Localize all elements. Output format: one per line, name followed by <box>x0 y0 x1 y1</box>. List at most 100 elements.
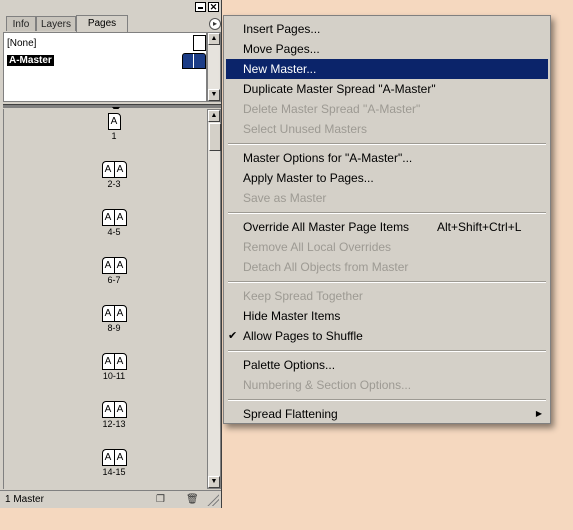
menu-item-hide-master-items[interactable]: Hide Master Items <box>224 306 550 326</box>
menu-item-select-unused-masters[interactable]: Select Unused Masters <box>224 119 550 139</box>
menu-item-apply-master-to-pages[interactable]: Apply Master to Pages... <box>224 168 550 188</box>
page-spread[interactable]: A A 6-7 <box>84 257 144 285</box>
new-page-icon[interactable]: ❐ <box>155 494 166 505</box>
menu-item-label: Detach All Objects from Master <box>243 260 409 274</box>
page-thumbnail[interactable]: A <box>113 257 127 274</box>
pages-scrollbar[interactable]: ▲ ▼ <box>207 109 221 489</box>
menu-item-label: Override All Master Page Items <box>243 220 410 234</box>
page-spread[interactable]: A A 8-9 <box>84 305 144 333</box>
page-spread[interactable]: A A 14-15 <box>84 449 144 477</box>
close-button[interactable]: ✕ <box>208 2 219 12</box>
menu-item-insert-pages[interactable]: Insert Pages... <box>224 19 550 39</box>
palette-titlebar[interactable]: ✕ <box>0 0 221 16</box>
menu-item-label: Allow Pages to Shuffle <box>243 329 363 343</box>
menu-item-numbering-section-options[interactable]: Numbering & Section Options... <box>224 375 550 395</box>
master-none-thumbnail[interactable] <box>193 35 206 51</box>
page-thumbnail[interactable]: A <box>101 161 114 178</box>
page-thumbnail[interactable]: A <box>101 257 114 274</box>
menu-item-override-all-master-page-items[interactable]: Override All Master Page Items Alt+Shift+… <box>224 217 550 237</box>
menu-item-label: Numbering & Section Options... <box>243 378 412 392</box>
scroll-down-button[interactable]: ▼ <box>208 476 220 488</box>
menu-separator <box>228 399 546 401</box>
menu-item-label: Move Pages... <box>243 42 320 56</box>
page-thumbnail[interactable]: A <box>101 209 114 226</box>
menu-item-detach-all-objects-from-master[interactable]: Detach All Objects from Master <box>224 257 550 277</box>
palette-statusbar: 1 Master ❐ 🗑 <box>0 490 221 508</box>
checkmark-icon: ✔ <box>228 330 238 342</box>
menu-separator <box>228 143 546 145</box>
page-spread[interactable]: A A 12-13 <box>84 401 144 429</box>
page-spread[interactable]: A A 4-5 <box>84 209 144 237</box>
menu-item-keep-spread-together[interactable]: Keep Spread Together <box>224 286 550 306</box>
tab-info[interactable]: Info <box>6 16 36 31</box>
spread-label: 4-5 <box>107 227 121 237</box>
menu-separator <box>228 281 546 283</box>
page-thumbnail[interactable]: A <box>101 353 114 370</box>
page-thumbnail[interactable]: A <box>113 401 127 418</box>
menu-item-remove-all-local-overrides[interactable]: Remove All Local Overrides <box>224 237 550 257</box>
menu-item-label: Select Unused Masters <box>243 122 368 136</box>
menu-item-spread-flattening[interactable]: Spread Flattening ▶ <box>224 404 550 424</box>
masters-scrollbar[interactable]: ▲ ▼ <box>207 32 221 102</box>
minimize-button[interactable] <box>195 2 206 12</box>
menu-item-palette-options[interactable]: Palette Options... <box>224 355 550 375</box>
trash-icon[interactable]: 🗑 <box>186 494 199 505</box>
page-thumbnail[interactable]: A <box>113 449 127 466</box>
page-thumbnail[interactable]: A <box>113 161 127 178</box>
menu-item-label: Apply Master to Pages... <box>243 171 374 185</box>
menu-item-delete-master-spread-a-master[interactable]: Delete Master Spread "A-Master" <box>224 99 550 119</box>
page-thumbnail[interactable]: A <box>101 305 114 322</box>
page-spread[interactable]: A A 2-3 <box>84 161 144 189</box>
menu-item-label: Palette Options... <box>243 358 336 372</box>
spread-label: 1 <box>111 131 117 141</box>
menu-item-label: Delete Master Spread "A-Master" <box>243 102 421 116</box>
page-thumbnail[interactable]: A <box>101 449 114 466</box>
menu-item-master-options-for-a-master[interactable]: Master Options for "A-Master"... <box>224 148 550 168</box>
menu-item-move-pages[interactable]: Move Pages... <box>224 39 550 59</box>
spread-label: 12-13 <box>102 419 126 429</box>
submenu-arrow-icon: ▶ <box>535 409 542 418</box>
pages-palette-menu: Insert Pages... Move Pages... New Master..… <box>223 15 551 424</box>
pages-palette: ✕ Info Layers Pages ▸ [None] A-Master ▲ … <box>0 0 222 508</box>
menu-item-label: New Master... <box>243 62 317 76</box>
menu-item-label: Duplicate Master Spread "A-Master" <box>243 82 436 96</box>
menu-item-new-master[interactable]: New Master... <box>226 59 548 79</box>
scroll-up-button[interactable]: ▲ <box>208 110 220 122</box>
menu-item-label: Save as Master <box>243 191 327 205</box>
menu-item-label: Spread Flattening <box>243 407 338 421</box>
scroll-up-button[interactable]: ▲ <box>208 33 220 45</box>
menu-item-label: Remove All Local Overrides <box>243 240 392 254</box>
a-master-thumbnail[interactable] <box>182 53 206 69</box>
page-thumbnail[interactable]: A <box>113 209 127 226</box>
menu-item-save-as-master[interactable]: Save as Master <box>224 188 550 208</box>
a-master-label[interactable]: A-Master <box>7 55 54 66</box>
menu-item-label: Insert Pages... <box>243 22 321 36</box>
menu-item-duplicate-master-spread-a-master[interactable]: Duplicate Master Spread "A-Master" <box>224 79 550 99</box>
page-thumbnail[interactable]: A <box>113 305 127 322</box>
menu-separator <box>228 212 546 214</box>
page-spread[interactable]: A1 <box>84 113 144 141</box>
menu-item-label: Keep Spread Together <box>243 289 363 303</box>
menu-item-shortcut: Alt+Shift+Ctrl+L <box>437 220 522 234</box>
page-thumbnail[interactable]: A <box>113 353 127 370</box>
menu-item-allow-pages-to-shuffle[interactable]: ✔ Allow Pages to Shuffle <box>224 326 550 346</box>
status-text: 1 Master <box>5 494 44 505</box>
masters-section: [None] A-Master <box>3 32 207 102</box>
spread-label: 6-7 <box>107 275 121 285</box>
spread-label: 8-9 <box>107 323 121 333</box>
scroll-down-button[interactable]: ▼ <box>208 89 220 101</box>
spread-label: 2-3 <box>107 179 121 189</box>
tab-pages[interactable]: Pages <box>76 15 128 32</box>
menu-separator <box>228 350 546 352</box>
palette-menu-button[interactable]: ▸ <box>209 18 221 30</box>
scrollbar-thumb[interactable] <box>209 123 221 151</box>
pages-section: A 1 A A 2-3 A A 4-5 A A 6-7 A A 8-9 A A 10-11 A A 12-13 A A 14… <box>3 109 207 489</box>
page-thumbnail[interactable]: A <box>107 113 121 130</box>
resize-grip-icon[interactable] <box>207 494 219 506</box>
spread-label: 10-11 <box>102 371 126 381</box>
page-spread[interactable]: A A 10-11 <box>84 353 144 381</box>
menu-item-label: Hide Master Items <box>243 309 341 323</box>
page-thumbnail[interactable]: A <box>101 401 114 418</box>
master-none-label[interactable]: [None] <box>7 38 36 49</box>
tab-layers[interactable]: Layers <box>36 16 76 31</box>
